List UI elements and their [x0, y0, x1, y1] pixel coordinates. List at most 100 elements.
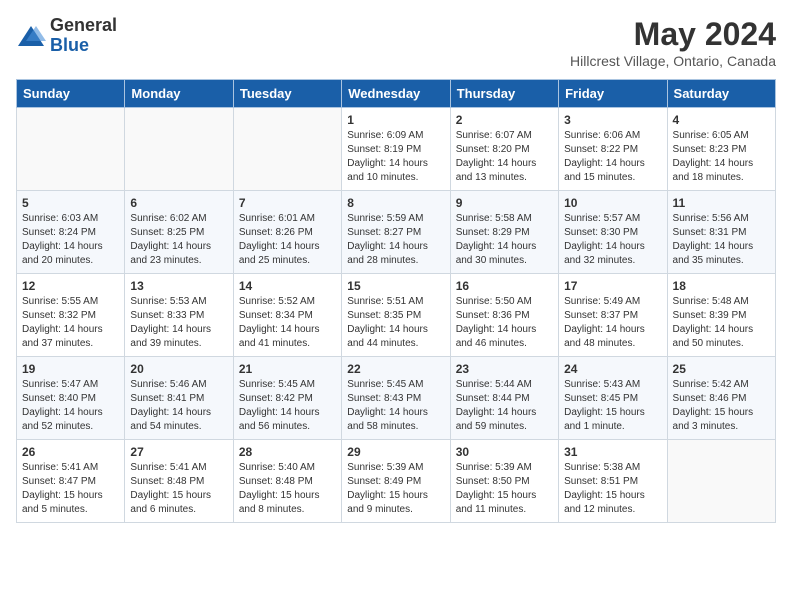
- day-number: 23: [456, 362, 553, 376]
- day-number: 22: [347, 362, 444, 376]
- day-number: 11: [673, 196, 770, 210]
- day-info: Sunrise: 6:07 AM Sunset: 8:20 PM Dayligh…: [456, 129, 553, 185]
- calendar-cell: 14Sunrise: 5:52 AM Sunset: 8:34 PM Dayli…: [233, 274, 341, 357]
- calendar-cell: 9Sunrise: 5:58 AM Sunset: 8:29 PM Daylig…: [450, 191, 558, 274]
- day-info: Sunrise: 5:45 AM Sunset: 8:43 PM Dayligh…: [347, 378, 444, 434]
- day-info: Sunrise: 5:45 AM Sunset: 8:42 PM Dayligh…: [239, 378, 336, 434]
- day-number: 17: [564, 279, 661, 293]
- day-number: 27: [130, 445, 227, 459]
- logo-general-text: General: [50, 16, 117, 36]
- day-number: 28: [239, 445, 336, 459]
- week-row-3: 12Sunrise: 5:55 AM Sunset: 8:32 PM Dayli…: [17, 274, 776, 357]
- page-header: General Blue May 2024 Hillcrest Village,…: [16, 16, 776, 69]
- calendar-table: SundayMondayTuesdayWednesdayThursdayFrid…: [16, 79, 776, 523]
- calendar-cell: [17, 108, 125, 191]
- title-section: May 2024 Hillcrest Village, Ontario, Can…: [570, 16, 776, 69]
- day-number: 2: [456, 113, 553, 127]
- calendar-cell: 29 Sunrise: 5:39 AM Sunset: 8:49 PM Dayli…: [342, 440, 450, 523]
- calendar-cell: 26Sunrise: 5:41 AM Sunset: 8:47 PM Dayli…: [17, 440, 125, 523]
- weekday-header-tuesday: Tuesday: [233, 80, 341, 108]
- calendar-cell: 1 Sunrise: 6:09 AM Sunset: 8:19 PM Daylig…: [342, 108, 450, 191]
- day-info: Sunrise: 5:46 AM Sunset: 8:41 PM Dayligh…: [130, 378, 227, 434]
- day-info: Sunrise: 5:39 AM Sunset: 8:49 PM Dayligh…: [347, 461, 444, 517]
- day-number: 9: [456, 196, 553, 210]
- calendar-cell: 20 Sunrise: 5:46 AM Sunset: 8:41 PM Dayli…: [125, 357, 233, 440]
- day-number: 3: [564, 113, 661, 127]
- day-number: 24: [564, 362, 661, 376]
- calendar-cell: 28 Sunrise: 5:40 AM Sunset: 8:48 PM Dayli…: [233, 440, 341, 523]
- calendar-cell: 8 Sunrise: 5:59 AM Sunset: 8:27 PM Daylig…: [342, 191, 450, 274]
- calendar-cell: [233, 108, 341, 191]
- week-row-2: 5 Sunrise: 6:03 AM Sunset: 8:24 PM Daylig…: [17, 191, 776, 274]
- day-info: Sunrise: 6:09 AM Sunset: 8:19 PM Dayligh…: [347, 129, 444, 185]
- logo: General Blue: [16, 16, 117, 56]
- day-number: 30: [456, 445, 553, 459]
- day-info: Sunrise: 5:38 AM Sunset: 8:51 PM Dayligh…: [564, 461, 661, 517]
- weekday-header-thursday: Thursday: [450, 80, 558, 108]
- calendar-cell: 30 Sunrise: 5:39 AM Sunset: 8:50 PM Dayli…: [450, 440, 558, 523]
- day-info: Sunrise: 5:53 AM Sunset: 8:33 PM Dayligh…: [130, 295, 227, 351]
- day-info: Sunrise: 6:02 AM Sunset: 8:25 PM Dayligh…: [130, 212, 227, 268]
- calendar-cell: 4 Sunrise: 6:05 AM Sunset: 8:23 PM Daylig…: [667, 108, 775, 191]
- weekday-header-wednesday: Wednesday: [342, 80, 450, 108]
- week-row-4: 19Sunrise: 5:47 AM Sunset: 8:40 PM Dayli…: [17, 357, 776, 440]
- calendar-cell: [667, 440, 775, 523]
- day-info: Sunrise: 6:05 AM Sunset: 8:23 PM Dayligh…: [673, 129, 770, 185]
- day-info: Sunrise: 5:48 AM Sunset: 8:39 PM Dayligh…: [673, 295, 770, 351]
- location-text: Hillcrest Village, Ontario, Canada: [570, 53, 776, 69]
- calendar-cell: 7 Sunrise: 6:01 AM Sunset: 8:26 PM Daylig…: [233, 191, 341, 274]
- day-number: 4: [673, 113, 770, 127]
- day-info: Sunrise: 5:39 AM Sunset: 8:50 PM Dayligh…: [456, 461, 553, 517]
- day-number: 29: [347, 445, 444, 459]
- calendar-cell: 15Sunrise: 5:51 AM Sunset: 8:35 PM Dayli…: [342, 274, 450, 357]
- calendar-cell: 21Sunrise: 5:45 AM Sunset: 8:42 PM Dayli…: [233, 357, 341, 440]
- day-info: Sunrise: 5:56 AM Sunset: 8:31 PM Dayligh…: [673, 212, 770, 268]
- day-number: 7: [239, 196, 336, 210]
- day-info: Sunrise: 5:44 AM Sunset: 8:44 PM Dayligh…: [456, 378, 553, 434]
- month-title: May 2024: [570, 16, 776, 53]
- day-number: 10: [564, 196, 661, 210]
- calendar-cell: 22 Sunrise: 5:45 AM Sunset: 8:43 PM Dayli…: [342, 357, 450, 440]
- weekday-header-friday: Friday: [559, 80, 667, 108]
- calendar-cell: 23 Sunrise: 5:44 AM Sunset: 8:44 PM Dayli…: [450, 357, 558, 440]
- day-number: 5: [22, 196, 119, 210]
- calendar-cell: [125, 108, 233, 191]
- calendar-cell: 11 Sunrise: 5:56 AM Sunset: 8:31 PM Dayli…: [667, 191, 775, 274]
- calendar-cell: 16Sunrise: 5:50 AM Sunset: 8:36 PM Dayli…: [450, 274, 558, 357]
- logo-icon: [16, 21, 46, 51]
- weekday-header-row: SundayMondayTuesdayWednesdayThursdayFrid…: [17, 80, 776, 108]
- day-number: 25: [673, 362, 770, 376]
- week-row-1: 1 Sunrise: 6:09 AM Sunset: 8:19 PM Daylig…: [17, 108, 776, 191]
- day-number: 20: [130, 362, 227, 376]
- day-number: 6: [130, 196, 227, 210]
- day-info: Sunrise: 6:01 AM Sunset: 8:26 PM Dayligh…: [239, 212, 336, 268]
- weekday-header-monday: Monday: [125, 80, 233, 108]
- day-number: 14: [239, 279, 336, 293]
- day-number: 1: [347, 113, 444, 127]
- calendar-cell: 12Sunrise: 5:55 AM Sunset: 8:32 PM Dayli…: [17, 274, 125, 357]
- day-info: Sunrise: 5:59 AM Sunset: 8:27 PM Dayligh…: [347, 212, 444, 268]
- calendar-cell: 27 Sunrise: 5:41 AM Sunset: 8:48 PM Dayli…: [125, 440, 233, 523]
- calendar-cell: 18Sunrise: 5:48 AM Sunset: 8:39 PM Dayli…: [667, 274, 775, 357]
- calendar-cell: 31 Sunrise: 5:38 AM Sunset: 8:51 PM Dayli…: [559, 440, 667, 523]
- day-info: Sunrise: 5:42 AM Sunset: 8:46 PM Dayligh…: [673, 378, 770, 434]
- day-number: 31: [564, 445, 661, 459]
- week-row-5: 26Sunrise: 5:41 AM Sunset: 8:47 PM Dayli…: [17, 440, 776, 523]
- day-info: Sunrise: 6:03 AM Sunset: 8:24 PM Dayligh…: [22, 212, 119, 268]
- day-number: 8: [347, 196, 444, 210]
- calendar-cell: 24 Sunrise: 5:43 AM Sunset: 8:45 PM Dayli…: [559, 357, 667, 440]
- day-info: Sunrise: 5:41 AM Sunset: 8:48 PM Dayligh…: [130, 461, 227, 517]
- day-number: 13: [130, 279, 227, 293]
- calendar-cell: 19Sunrise: 5:47 AM Sunset: 8:40 PM Dayli…: [17, 357, 125, 440]
- day-number: 19: [22, 362, 119, 376]
- day-info: Sunrise: 5:55 AM Sunset: 8:32 PM Dayligh…: [22, 295, 119, 351]
- day-info: Sunrise: 5:49 AM Sunset: 8:37 PM Dayligh…: [564, 295, 661, 351]
- weekday-header-saturday: Saturday: [667, 80, 775, 108]
- day-number: 16: [456, 279, 553, 293]
- calendar-cell: 2 Sunrise: 6:07 AM Sunset: 8:20 PM Daylig…: [450, 108, 558, 191]
- weekday-header-sunday: Sunday: [17, 80, 125, 108]
- day-info: Sunrise: 5:40 AM Sunset: 8:48 PM Dayligh…: [239, 461, 336, 517]
- day-info: Sunrise: 5:51 AM Sunset: 8:35 PM Dayligh…: [347, 295, 444, 351]
- calendar-cell: 17 Sunrise: 5:49 AM Sunset: 8:37 PM Dayli…: [559, 274, 667, 357]
- day-info: Sunrise: 5:43 AM Sunset: 8:45 PM Dayligh…: [564, 378, 661, 434]
